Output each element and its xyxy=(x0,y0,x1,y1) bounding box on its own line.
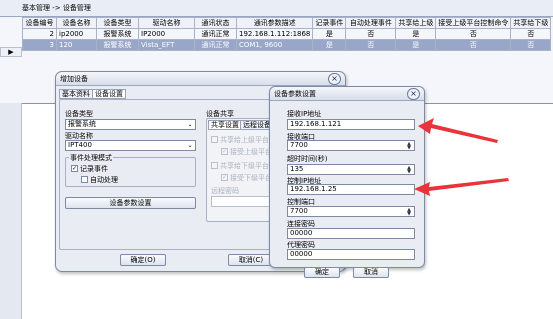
dialog-title: 设备参数设置 xyxy=(270,87,424,101)
cell-share-down: 否 xyxy=(510,39,552,51)
cell-record: 是 xyxy=(312,28,347,40)
ctrl-port-value: 7700 xyxy=(290,207,308,215)
accept-up-checkbox[interactable]: ✓ xyxy=(221,148,228,155)
column-header[interactable]: 记录事件 xyxy=(312,17,347,29)
share-up-checkbox[interactable] xyxy=(211,136,218,143)
tab-basic-info[interactable]: 基本资料 xyxy=(59,89,93,99)
column-header[interactable]: 通讯参数描述 xyxy=(235,17,314,29)
accept-down-checkbox[interactable]: ✓ xyxy=(221,174,228,181)
spinner-icon[interactable]: ▲ ▼ xyxy=(405,166,413,175)
share-down-checkbox[interactable] xyxy=(211,162,218,169)
driver-value: IPT400 xyxy=(68,141,92,149)
timeout-value: 135 xyxy=(290,165,304,173)
device-type-label: 设备类型 xyxy=(65,110,93,118)
recv-port-value: 7700 xyxy=(290,141,308,149)
remote-password-label: 远程密码 xyxy=(211,187,239,195)
cell-share-up: 是 xyxy=(395,39,437,51)
cell-name: ip2000 xyxy=(56,28,97,40)
spinner-icon[interactable]: ▲ ▼ xyxy=(405,208,413,217)
breadcrumb: 基本管理 -> 设备管理 xyxy=(0,0,553,17)
event-mode-group: 事件处理模式 ✓ 记录事件 自动处理 xyxy=(65,153,196,187)
share-up-label: 共享给上级平台 xyxy=(220,136,269,144)
driver-select[interactable]: IPT400 ⌄ xyxy=(65,140,196,151)
timeout-label: 超时时间(秒) xyxy=(287,155,328,163)
cell-status: 通讯正常 xyxy=(194,28,237,40)
column-header[interactable]: 接受上级平台控制命令 xyxy=(435,17,512,29)
cell-auto: 否 xyxy=(345,28,397,40)
column-header[interactable]: 自动处理事件 xyxy=(345,17,397,29)
remote-password-input[interactable] xyxy=(211,196,271,207)
cell-auto: 否 xyxy=(345,39,397,51)
column-header[interactable]: 设备名称 xyxy=(56,17,97,29)
arrow-icon xyxy=(418,118,498,143)
device-type-value: 报警系统 xyxy=(68,120,96,128)
param-settings-dialog: 设备参数设置 × 接收IP地址 192.168.1.121 接收端口 7700 … xyxy=(269,86,425,278)
recv-ip-input[interactable]: 192.168.1.121 xyxy=(287,119,415,130)
column-header[interactable]: 共享给下级 xyxy=(510,17,552,29)
device-type-select[interactable]: 报警系统 ⌄ xyxy=(65,119,196,130)
arrow-icon xyxy=(414,178,509,196)
conn-password-input[interactable]: 00000 xyxy=(287,228,415,239)
cell-params: 192.168.1.112:1868 xyxy=(235,28,314,40)
selected-row-pointer: ▶ xyxy=(0,47,22,57)
table-row-selected[interactable]: 3 120 报警系统 Vista_EFT 通讯正常 COM1, 9600 是 否… xyxy=(22,39,552,51)
auto-process-checkbox[interactable] xyxy=(81,176,88,183)
column-header[interactable]: 通讯状态 xyxy=(194,17,237,29)
auto-process-label: 自动处理 xyxy=(90,176,118,184)
timeout-input[interactable]: 135 ▲ ▼ xyxy=(287,164,415,175)
spinner-icon[interactable]: ▲ ▼ xyxy=(405,142,413,151)
cell-type: 报警系统 xyxy=(96,28,139,40)
ok-button[interactable]: 确定(O) xyxy=(120,254,166,266)
ctrl-ip-input[interactable]: 192.168.1.25 xyxy=(287,184,415,195)
cell-accept-ctrl: 否 xyxy=(435,39,512,51)
ctrl-port-input[interactable]: 7700 ▲ ▼ xyxy=(287,206,415,217)
recv-port-input[interactable]: 7700 ▲ ▼ xyxy=(287,140,415,151)
device-table: 设备编号 设备名称 设备类型 驱动名称 通讯状态 通讯参数描述 记录事件 自动处… xyxy=(22,17,552,51)
column-header[interactable]: 设备类型 xyxy=(96,17,139,29)
proxy-password-input[interactable]: 00000 xyxy=(287,249,415,260)
event-mode-label: 事件处理模式 xyxy=(69,153,113,163)
close-icon[interactable]: × xyxy=(407,88,420,100)
recv-ip-label: 接收IP地址 xyxy=(287,110,322,118)
record-event-checkbox[interactable]: ✓ xyxy=(71,165,78,172)
cell-share-up: 是 xyxy=(395,28,437,40)
cell-share-down: 否 xyxy=(510,28,552,40)
cell-no: 2 xyxy=(22,28,57,40)
cell-accept-ctrl: 否 xyxy=(435,28,512,40)
column-header[interactable]: 驱动名称 xyxy=(138,17,195,29)
tab-device-settings[interactable]: 设备设置 xyxy=(92,89,126,99)
column-header[interactable]: 设备编号 xyxy=(22,17,57,29)
cell-driver: IP2000 xyxy=(138,28,195,40)
cell-record: 是 xyxy=(312,39,347,51)
table-header-row: 设备编号 设备名称 设备类型 驱动名称 通讯状态 通讯参数描述 记录事件 自动处… xyxy=(22,17,552,29)
cancel-button[interactable]: 取消 xyxy=(353,267,389,278)
cell-no: 3 xyxy=(22,39,57,51)
cell-driver: Vista_EFT xyxy=(138,39,195,51)
cell-params: COM1, 9600 xyxy=(235,39,314,51)
cell-type: 报警系统 xyxy=(96,39,139,51)
table-row[interactable]: 2 ip2000 报警系统 IP2000 通讯正常 192.168.1.112:… xyxy=(22,28,552,40)
chevron-down-icon: ⌄ xyxy=(187,142,193,149)
share-down-label: 共享给下级平台 xyxy=(220,162,269,170)
ok-button[interactable]: 确定 xyxy=(304,267,340,278)
column-header[interactable]: 共享给上级 xyxy=(395,17,437,29)
tab-share-settings[interactable]: 共享设置 xyxy=(208,120,242,130)
param-settings-button[interactable]: 设备参数设置 xyxy=(65,197,196,209)
cell-name: 120 xyxy=(56,39,97,51)
close-icon[interactable]: × xyxy=(328,73,341,85)
cell-status: 通讯正常 xyxy=(194,39,237,51)
cancel-button[interactable]: 取消(C) xyxy=(228,254,274,266)
record-event-label: 记录事件 xyxy=(80,165,108,173)
dialog-title: 增加设备 xyxy=(56,72,345,86)
chevron-down-icon: ⌄ xyxy=(187,121,193,128)
